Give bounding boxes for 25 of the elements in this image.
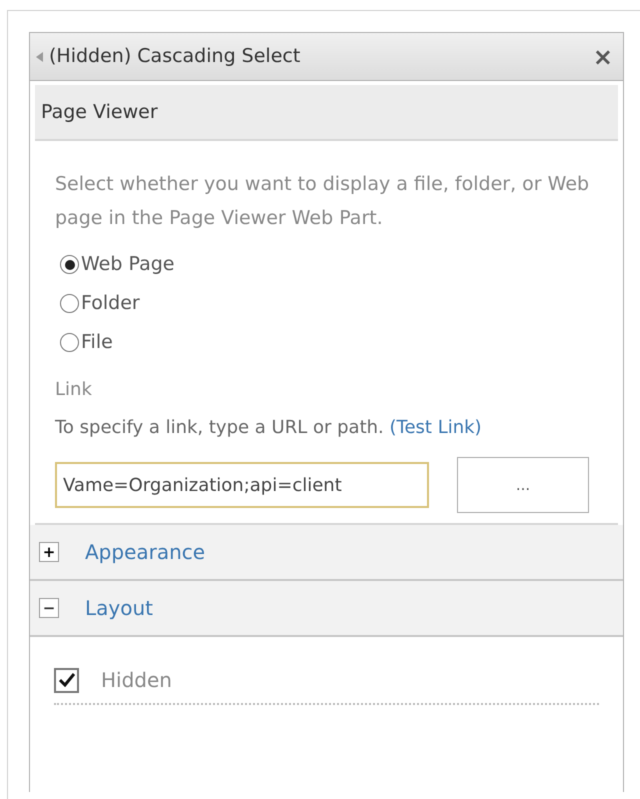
link-input-field[interactable]: Vame=Organization;api=client bbox=[55, 462, 429, 508]
check-icon bbox=[58, 673, 74, 687]
group-title: Appearance bbox=[85, 539, 206, 566]
radio-label: Folder bbox=[81, 291, 140, 316]
close-button[interactable]: × bbox=[588, 44, 617, 68]
test-link[interactable]: (Test Link) bbox=[390, 417, 482, 438]
section-title: Page Viewer bbox=[41, 100, 158, 125]
radio-label: File bbox=[81, 330, 113, 356]
radio-button[interactable] bbox=[60, 255, 79, 274]
checkbox[interactable] bbox=[54, 668, 79, 692]
description-text: Select whether you want to display a file, folder, or Web page in the Page Viewer Web Part. bbox=[55, 172, 590, 231]
radio-button[interactable] bbox=[60, 294, 79, 313]
radio-label: Web Page bbox=[81, 252, 174, 278]
group-title: Layout bbox=[85, 595, 153, 622]
group-header[interactable]: − Layout bbox=[30, 581, 623, 637]
collapse-arrow-icon[interactable] bbox=[36, 52, 43, 62]
radio-button[interactable] bbox=[60, 333, 79, 352]
link-label: Link bbox=[55, 378, 93, 402]
group-header[interactable]: + Appearance bbox=[30, 525, 623, 581]
collapse-toggle[interactable]: − bbox=[39, 598, 59, 618]
pane-title: (Hidden) Cascading Select bbox=[49, 44, 302, 70]
link-help-text: To specify a link, type a URL or path. (Test Link) bbox=[55, 416, 483, 440]
browse-button[interactable]: ... bbox=[457, 457, 589, 513]
expand-toggle[interactable]: + bbox=[39, 542, 59, 562]
checkbox-label: Hidden bbox=[101, 667, 172, 694]
